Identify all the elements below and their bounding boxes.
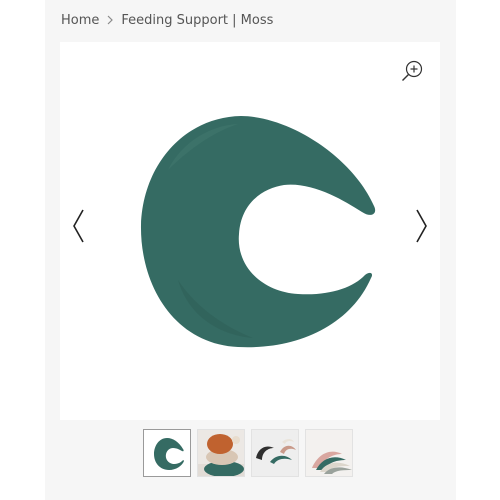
zoom-in-icon[interactable]: [401, 59, 425, 83]
thumbnail-2[interactable]: [197, 429, 245, 477]
thumbnail-strip: [143, 429, 353, 477]
previous-image-chevron-left-icon[interactable]: [69, 206, 89, 246]
next-image-chevron-right-icon[interactable]: [411, 206, 431, 246]
thumbnail-2-image: [198, 430, 244, 476]
breadcrumb: Home Feeding Support | Moss: [61, 11, 273, 29]
thumbnail-3-image: [252, 430, 298, 476]
thumbnail-4[interactable]: [305, 429, 353, 477]
thumbnail-1[interactable]: [143, 429, 191, 477]
thumbnail-3[interactable]: [251, 429, 299, 477]
breadcrumb-home-link[interactable]: Home: [61, 13, 99, 28]
breadcrumb-current: Feeding Support | Moss: [121, 12, 274, 28]
thumbnail-4-image: [306, 430, 352, 476]
product-image-moss-pillow: [140, 116, 376, 348]
thumbnail-1-image: [144, 430, 190, 476]
breadcrumb-chevron-icon: [103, 13, 117, 27]
